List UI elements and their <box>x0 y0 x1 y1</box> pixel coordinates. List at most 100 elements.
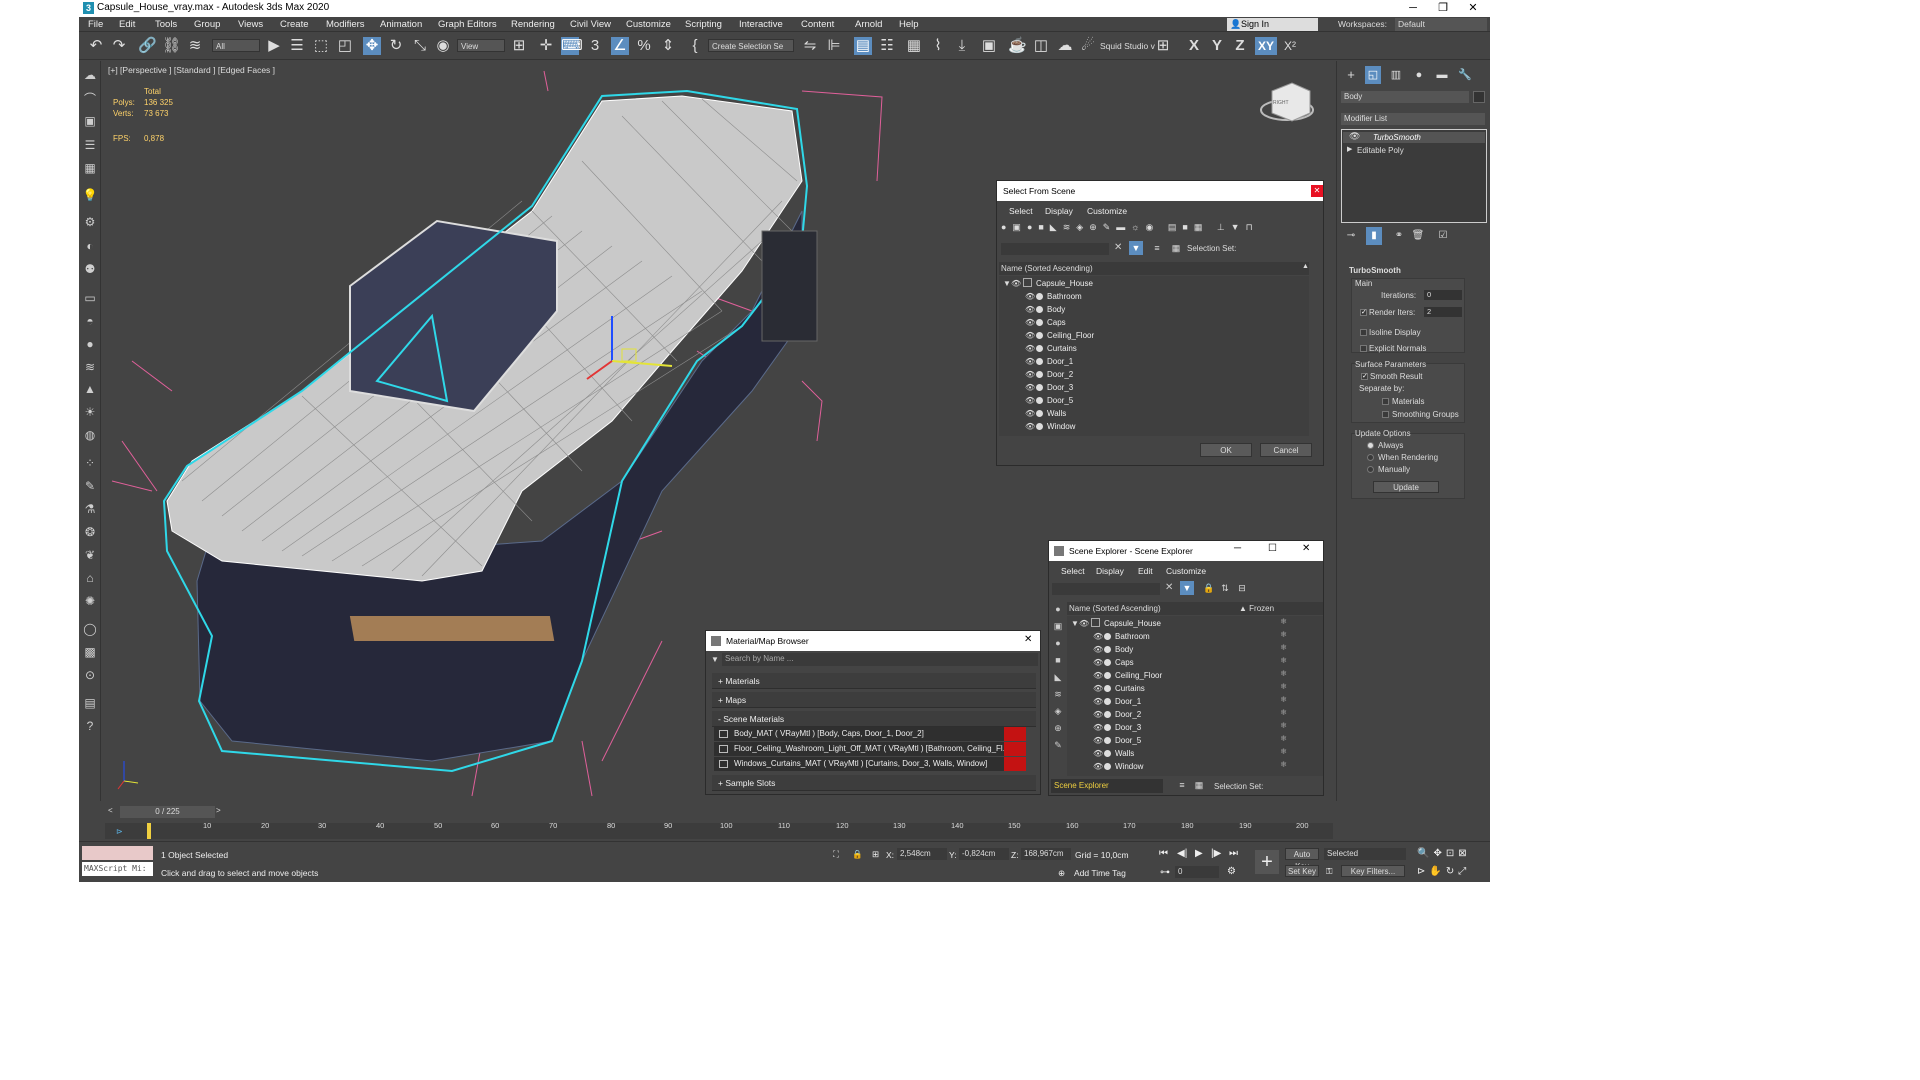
eye-icon[interactable]: 👁 <box>1011 277 1021 290</box>
stack-item-editable-poly[interactable]: Editable Poly <box>1343 145 1485 156</box>
materials-checkbox[interactable] <box>1382 398 1389 405</box>
scale-icon[interactable]: ⤡ <box>411 37 429 55</box>
tree-row[interactable]: 👁 Door_2 <box>1093 708 1141 721</box>
explicit-normals-checkbox[interactable] <box>1360 345 1367 352</box>
spinner-snap-icon[interactable]: ⇕ <box>659 37 677 55</box>
goto-end-icon[interactable]: ⏭ <box>1229 848 1238 859</box>
next-frame-icon[interactable]: > <box>216 806 228 818</box>
render-setup-icon[interactable]: ☕ <box>1008 37 1027 55</box>
eye-icon[interactable]: 👁 <box>1093 643 1103 656</box>
set-key-button[interactable]: Set Key <box>1285 865 1319 877</box>
modify-tab-icon[interactable]: ◱ <box>1365 66 1381 84</box>
menu-file[interactable]: File <box>88 19 103 30</box>
menu-animation[interactable]: Animation <box>380 19 422 30</box>
cancel-button[interactable]: Cancel <box>1260 443 1312 457</box>
restore-icon[interactable]: ❐ <box>1428 0 1458 17</box>
always-radio[interactable] <box>1367 442 1374 449</box>
layers-icon[interactable]: ≡ <box>1175 778 1189 792</box>
freeze-icon[interactable]: ❄ <box>1280 747 1287 756</box>
filter-icon[interactable]: ▼ <box>1180 581 1194 595</box>
expand-arrow-icon[interactable]: ▶ <box>1347 145 1352 153</box>
curve-editor-icon[interactable]: ⌇ <box>929 37 947 55</box>
menu-group[interactable]: Group <box>194 19 220 30</box>
time-slider[interactable]: 0 / 225 <box>120 806 215 818</box>
unlink-icon[interactable]: ⛓ <box>162 37 181 55</box>
scene-materials-section[interactable]: - Scene Materials <box>712 711 1036 727</box>
tree-row[interactable]: 👁 Body <box>1093 643 1133 656</box>
rendered-frame-icon[interactable]: ◫ <box>1032 37 1050 55</box>
prev-frame-icon[interactable]: < <box>108 806 120 818</box>
explorer-name-dropdown[interactable]: Scene Explorer <box>1051 779 1163 793</box>
sample-slots-section[interactable]: + Sample Slots <box>712 775 1036 791</box>
close-icon[interactable]: ✕ <box>1302 543 1310 554</box>
selection-set-icon[interactable]: ▦ <box>1192 778 1206 792</box>
close-icon[interactable]: ✕ <box>1458 0 1488 17</box>
se-filter-column[interactable]: ● ▣ ● ■ ◣ ≋ ◈ ⊕ ✎ <box>1050 601 1066 771</box>
squid-icon[interactable]: ☄ <box>1079 37 1097 55</box>
motion-tab-icon[interactable]: ● <box>1411 66 1427 84</box>
utilities-tab-icon[interactable]: 🔧 <box>1457 66 1473 84</box>
sfs-menu-display[interactable]: Display <box>1045 206 1073 216</box>
time-config-icon[interactable]: ⚙ <box>1227 866 1236 877</box>
keyboard-shortcut-icon[interactable]: ⌨ <box>561 37 583 55</box>
sfs-column-header[interactable]: Name (Sorted Ascending) <box>999 262 1309 275</box>
eye-icon[interactable]: 👁 <box>1025 303 1035 316</box>
plane-icon[interactable]: ▭ <box>82 290 98 306</box>
eye-icon[interactable]: 👁 <box>1025 316 1035 329</box>
freeze-icon[interactable]: ❄ <box>1280 630 1287 639</box>
tree-row[interactable]: 👁 Curtains <box>1093 682 1145 695</box>
maxscript-listener-top[interactable] <box>82 846 153 860</box>
axis-xy[interactable]: XY <box>1255 37 1277 55</box>
key-filters-button[interactable]: Key Filters... <box>1341 865 1405 877</box>
tree-row[interactable]: 👁 Door_5 <box>1025 394 1073 407</box>
update-button[interactable]: Update <box>1373 481 1439 493</box>
selection-set-icon[interactable]: ▦ <box>1169 241 1183 255</box>
smoothing-groups-checkbox[interactable] <box>1382 411 1389 418</box>
render-icon[interactable]: ☁ <box>1056 37 1074 55</box>
pin-stack-icon[interactable]: ⊸ <box>1343 227 1359 245</box>
object-name-field[interactable]: Body <box>1341 91 1469 103</box>
freeze-icon[interactable]: ❄ <box>1280 708 1287 717</box>
minimize-icon[interactable]: ─ <box>1398 0 1428 17</box>
shell-icon[interactable]: ✺ <box>82 593 98 609</box>
freeze-icon[interactable]: ❄ <box>1280 760 1287 769</box>
eye-icon[interactable]: 👁 <box>1093 760 1103 773</box>
list-icon[interactable]: ☰ <box>82 137 98 153</box>
link-icon[interactable]: 🔗 <box>138 37 157 55</box>
image-icon[interactable]: ▣ <box>82 113 98 129</box>
minimize-icon[interactable]: ─ <box>1234 543 1241 554</box>
sfs-menu-select[interactable]: Select <box>1009 206 1033 216</box>
expand-arrow-icon[interactable]: ▼ <box>1071 617 1079 630</box>
when-rendering-radio[interactable] <box>1367 454 1374 461</box>
menu-civil-view[interactable]: Civil View <box>570 19 611 30</box>
tree-row-root[interactable]: ▼👁 Capsule_House <box>1071 617 1161 630</box>
light-icon[interactable]: 💡 <box>82 187 98 203</box>
material-editor-icon[interactable]: ▣ <box>980 37 998 55</box>
freeze-icon[interactable]: ❄ <box>1280 656 1287 665</box>
frozen-column-header[interactable]: ▲ Frozen <box>1239 602 1274 615</box>
signin-dropdown[interactable]: 👤 Sign In <box>1227 18 1318 31</box>
tree-row[interactable]: 👁 Door_3 <box>1025 381 1073 394</box>
rotate-icon[interactable]: ↻ <box>387 37 405 55</box>
hierarchy-icon[interactable]: ⊟ <box>1235 581 1249 595</box>
eye-icon[interactable]: 👁 <box>1025 368 1035 381</box>
axis-cycle-icon[interactable]: X² <box>1281 37 1299 55</box>
current-frame-field[interactable]: 0 <box>1175 866 1219 878</box>
sfs-search-input[interactable] <box>1001 243 1109 255</box>
orb-icon[interactable]: ❂ <box>82 524 98 540</box>
hierarchy-tab-icon[interactable]: ▥ <box>1388 66 1404 84</box>
freeze-icon[interactable]: ❄ <box>1280 734 1287 743</box>
pivot-icon[interactable]: ⊞ <box>510 37 528 55</box>
tree-row[interactable]: 👁 Bathroom <box>1093 630 1150 643</box>
named-selection-dropdown[interactable]: Create Selection Se <box>708 39 794 52</box>
help-icon[interactable]: ? <box>82 718 98 734</box>
eye-icon[interactable]: 👁 <box>1025 342 1035 355</box>
se-column-header[interactable]: Name (Sorted Ascending) <box>1067 602 1323 615</box>
tree-row[interactable]: 👁 Caps <box>1093 656 1134 669</box>
material-item[interactable]: Windows_Curtains_MAT ( VRayMtl ) [Curtai… <box>714 757 1026 771</box>
tree-row[interactable]: 👁 Curtains <box>1025 342 1077 355</box>
x-coordinate-field[interactable]: 2,548cm <box>897 848 947 860</box>
prev-key-icon[interactable]: ◀| <box>1177 848 1187 859</box>
track-bar[interactable] <box>105 823 1333 839</box>
mirror-icon[interactable]: ⇋ <box>801 37 819 55</box>
